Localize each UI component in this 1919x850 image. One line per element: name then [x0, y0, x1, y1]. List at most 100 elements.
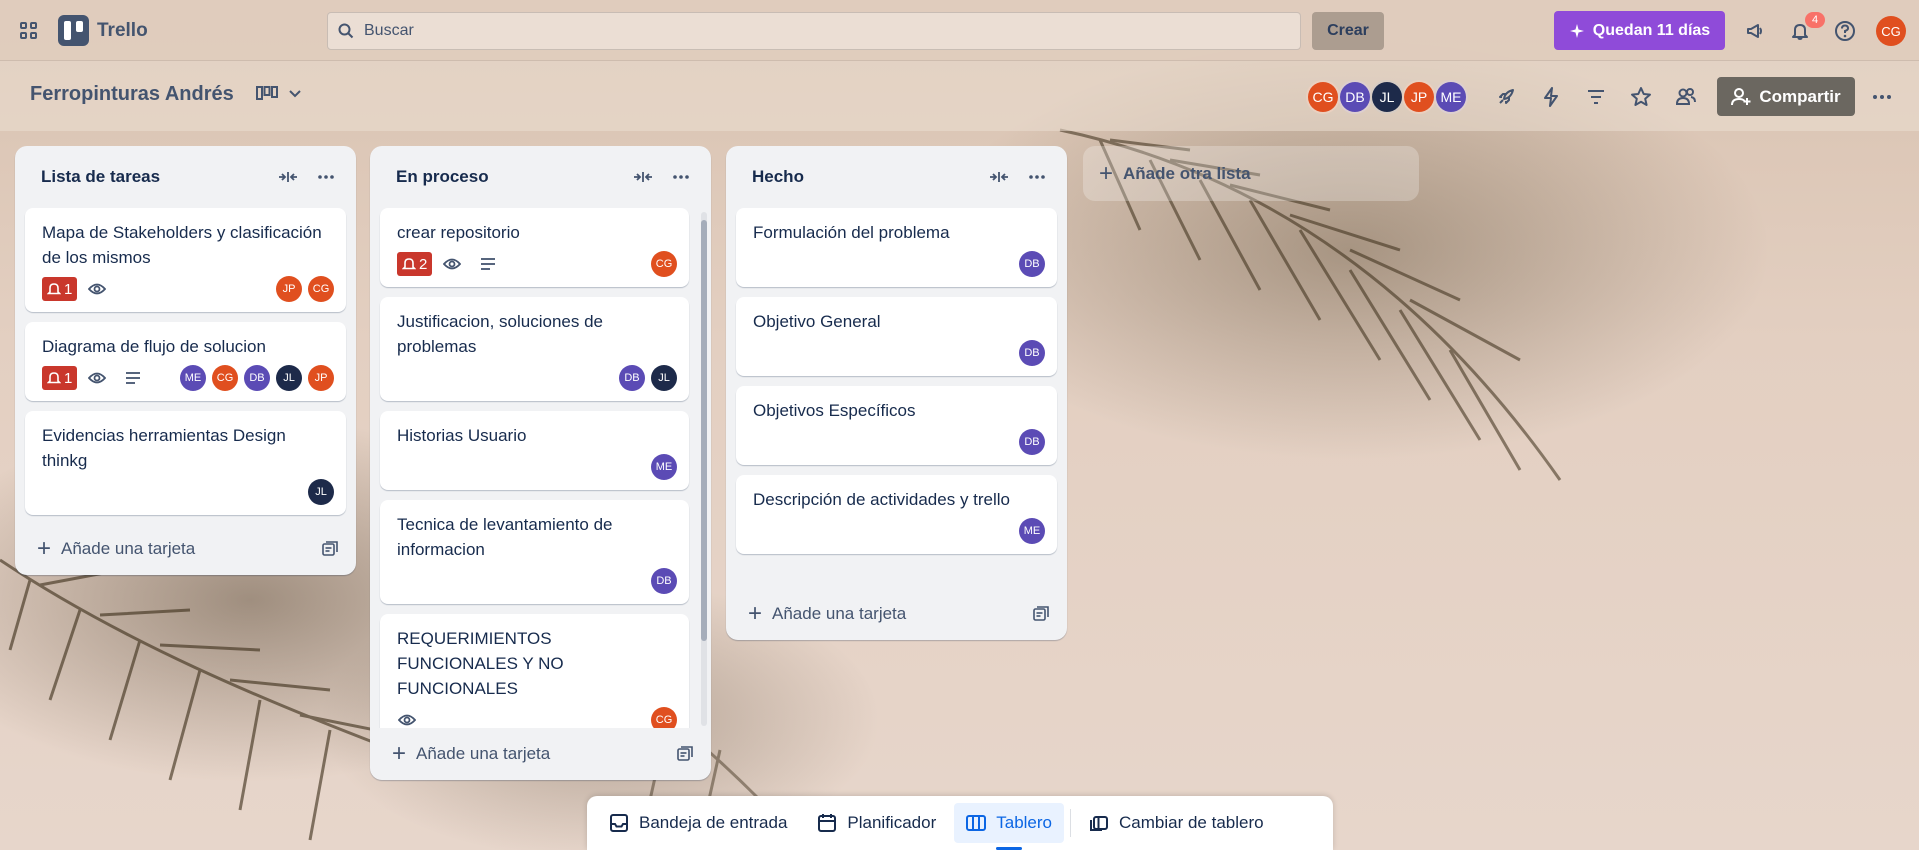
- member-avatar[interactable]: JP: [308, 365, 334, 391]
- board-tab[interactable]: Tablero: [954, 803, 1064, 850]
- member-avatar[interactable]: ME: [1019, 518, 1045, 544]
- star-icon[interactable]: [1629, 85, 1653, 109]
- member-avatar[interactable]: CG: [651, 707, 677, 728]
- card-badges: DB: [753, 249, 1045, 279]
- add-list-button[interactable]: + Añade otra lista: [1083, 146, 1419, 201]
- add-card-label: Añade una tarjeta: [416, 744, 551, 763]
- member-avatar[interactable]: JL: [651, 365, 677, 391]
- card[interactable]: Objetivo General DB: [736, 297, 1057, 376]
- due-notification-badge[interactable]: 1: [42, 277, 78, 301]
- list-column[interactable]: Hecho Formulación del problema DB Objetivo …: [726, 146, 1067, 640]
- create-from-template-icon[interactable]: [322, 541, 338, 557]
- board-menu-more-icon[interactable]: [1870, 85, 1894, 112]
- member-avatar[interactable]: DB: [1019, 429, 1045, 455]
- inbox-tab[interactable]: Bandeja de entrada: [597, 803, 799, 843]
- member-avatar[interactable]: DB: [1019, 251, 1045, 277]
- create-from-template-icon[interactable]: [677, 746, 693, 762]
- member-avatar[interactable]: JL: [1370, 80, 1404, 114]
- add-card-button[interactable]: + Añade una tarjeta: [370, 728, 711, 780]
- card[interactable]: crear repositorio 2 CG: [380, 208, 689, 287]
- card-members: DB: [1019, 251, 1045, 277]
- top-navigation-bar: Trello Crear Quedan 11 días 4 CG: [0, 0, 1919, 61]
- card-members: CG: [651, 251, 677, 277]
- list-actions-more-icon[interactable]: [1021, 161, 1053, 193]
- trello-logo-icon: [58, 15, 89, 46]
- member-avatar[interactable]: ME: [180, 365, 206, 391]
- card-title: REQUERIMIENTOS FUNCIONALES Y NO FUNCIONA…: [397, 629, 564, 698]
- board-members[interactable]: CG DB JL JP ME: [1306, 80, 1468, 114]
- due-notification-badge[interactable]: 2: [397, 252, 433, 276]
- power-ups-rocket-icon[interactable]: [1494, 85, 1518, 109]
- board-header: Ferropinturas Andrés CG DB JL JP ME Comp…: [0, 61, 1919, 131]
- card[interactable]: Evidencias herramientas Design thinkg JL: [25, 411, 346, 515]
- list-column[interactable]: En proceso crear repositorio 2 CG Justificac…: [370, 146, 711, 780]
- list-title[interactable]: En proceso: [396, 167, 621, 187]
- workspace-visibility-icon[interactable]: [1674, 85, 1698, 109]
- card-members: ME: [1019, 518, 1045, 544]
- member-avatar[interactable]: JP: [276, 276, 302, 302]
- member-avatar[interactable]: DB: [1338, 80, 1372, 114]
- card[interactable]: REQUERIMIENTOS FUNCIONALES Y NO FUNCIONA…: [380, 614, 689, 728]
- create-from-template-icon[interactable]: [1033, 606, 1049, 622]
- help-icon[interactable]: [1833, 19, 1857, 43]
- board-title[interactable]: Ferropinturas Andrés: [30, 83, 234, 106]
- search-box[interactable]: [327, 12, 1301, 50]
- board-label: Tablero: [996, 813, 1052, 832]
- user-avatar[interactable]: CG: [1876, 16, 1906, 46]
- app-switcher-icon[interactable]: [16, 18, 42, 44]
- collapse-list-icon[interactable]: [983, 161, 1015, 193]
- create-button[interactable]: Crear: [1312, 12, 1384, 50]
- megaphone-icon[interactable]: [1743, 19, 1767, 43]
- due-notification-badge[interactable]: 1: [42, 366, 78, 390]
- card-members: JP CG: [276, 276, 334, 302]
- member-avatar[interactable]: DB: [1019, 340, 1045, 366]
- switch-board-tab[interactable]: Cambiar de tablero: [1077, 803, 1276, 843]
- member-avatar[interactable]: DB: [244, 365, 270, 391]
- trello-logo[interactable]: Trello: [58, 15, 148, 46]
- collapse-list-icon[interactable]: [627, 161, 659, 193]
- list-title[interactable]: Hecho: [752, 167, 977, 187]
- list-actions-more-icon[interactable]: [665, 161, 697, 193]
- member-avatar[interactable]: CG: [1306, 80, 1340, 114]
- automation-lightning-icon[interactable]: [1539, 85, 1563, 109]
- calendar-icon: [818, 814, 837, 832]
- share-button[interactable]: Compartir: [1717, 77, 1855, 116]
- member-avatar[interactable]: ME: [1434, 80, 1468, 114]
- card[interactable]: Historias Usuario ME: [380, 411, 689, 490]
- trial-days-button[interactable]: Quedan 11 días: [1554, 11, 1725, 50]
- member-avatar[interactable]: CG: [212, 365, 238, 391]
- list-column[interactable]: Lista de tareas Mapa de Stakeholders y cl…: [15, 146, 356, 575]
- scrollbar-thumb[interactable]: [701, 220, 707, 641]
- due-count: 1: [64, 280, 73, 298]
- card[interactable]: Formulación del problema DB: [736, 208, 1057, 287]
- card-badges: ME: [397, 452, 677, 482]
- card[interactable]: Objetivos Específicos DB: [736, 386, 1057, 465]
- card[interactable]: Descripción de actividades y trello ME: [736, 475, 1057, 554]
- card[interactable]: Justificacion, soluciones de problemas DB…: [380, 297, 689, 401]
- add-card-button[interactable]: + Añade una tarjeta: [726, 588, 1067, 640]
- member-avatar[interactable]: DB: [619, 365, 645, 391]
- collapse-list-icon[interactable]: [272, 161, 304, 193]
- board-view-switcher[interactable]: [256, 85, 302, 103]
- card[interactable]: Tecnica de levantamiento de informacion D…: [380, 500, 689, 604]
- member-avatar[interactable]: DB: [651, 568, 677, 594]
- member-avatar[interactable]: ME: [651, 454, 677, 480]
- description-icon: [123, 368, 143, 388]
- member-avatar[interactable]: JL: [308, 479, 334, 505]
- card[interactable]: Mapa de Stakeholders y clasificación de …: [25, 208, 346, 312]
- member-avatar[interactable]: CG: [651, 251, 677, 277]
- add-card-button[interactable]: + Añade una tarjeta: [15, 523, 356, 575]
- member-avatar[interactable]: JP: [1402, 80, 1436, 114]
- list-scrollbar[interactable]: [701, 212, 707, 726]
- search-input[interactable]: [364, 22, 1230, 40]
- list-actions-more-icon[interactable]: [310, 161, 342, 193]
- list-title[interactable]: Lista de tareas: [41, 167, 266, 187]
- member-avatar[interactable]: JL: [276, 365, 302, 391]
- plus-icon: +: [1099, 159, 1114, 187]
- divider: [1070, 809, 1071, 837]
- card[interactable]: Diagrama de flujo de solucion 1 ME CG DB JL JP: [25, 322, 346, 401]
- member-avatar[interactable]: CG: [308, 276, 334, 302]
- planner-tab[interactable]: Planificador: [805, 803, 948, 843]
- filter-icon[interactable]: [1584, 85, 1608, 109]
- card-title: crear repositorio: [397, 223, 520, 242]
